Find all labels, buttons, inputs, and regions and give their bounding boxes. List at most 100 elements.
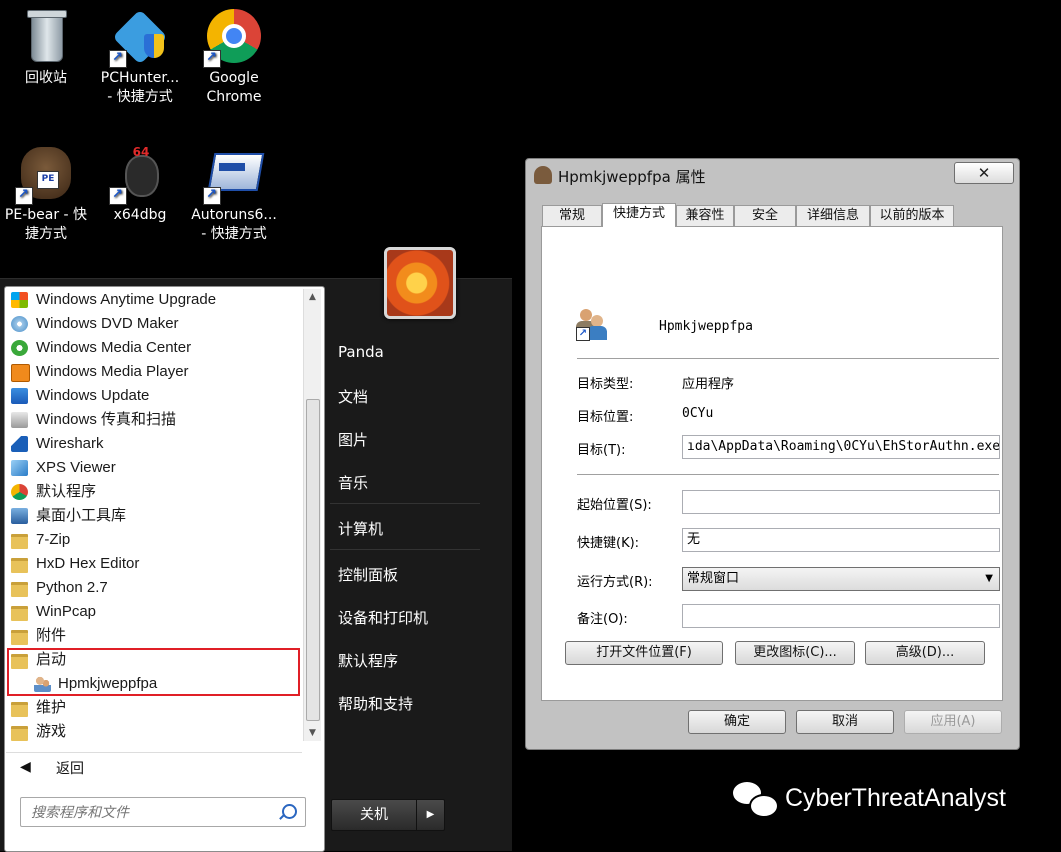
pchunter-icon: [109, 8, 169, 68]
desktop-icon-label: Autoruns6...: [191, 207, 277, 223]
tab-details[interactable]: 详细信息: [796, 205, 870, 226]
target-type-value: 应用程序: [682, 377, 735, 392]
target-type-label: 目标类型:: [577, 377, 634, 392]
tab-shortcut[interactable]: 快捷方式: [602, 203, 676, 227]
scroll-down-arrow-icon[interactable]: ▼: [304, 725, 321, 741]
change-icon-button[interactable]: 更改图标(C)...: [735, 641, 855, 665]
target-field[interactable]: ıda\AppData\Roaming\0CYu\EhStorAuthn.exe: [682, 435, 1000, 459]
start-right-item-user[interactable]: Panda: [338, 343, 384, 361]
program-item[interactable]: 桌面小工具库: [6, 504, 302, 528]
search-input[interactable]: [21, 798, 283, 828]
gadgets-icon: [11, 508, 28, 524]
shutdown-button[interactable]: 关机: [331, 799, 417, 831]
search-icon[interactable]: [282, 804, 297, 819]
folder-icon: [11, 726, 28, 741]
shortcut-arrow-icon: [109, 185, 127, 205]
comment-field[interactable]: [682, 604, 1000, 628]
tab-previous-versions[interactable]: 以前的版本: [870, 205, 954, 226]
target-location-value: 0CYu: [682, 406, 714, 421]
x64-badge: 64: [132, 145, 150, 159]
start-right-item-computer[interactable]: 计算机: [338, 518, 383, 539]
user-avatar[interactable]: [384, 247, 456, 319]
desktop-icon-label: x64dbg: [113, 207, 167, 223]
program-folder[interactable]: Python 2.7: [6, 576, 302, 600]
desktop-icon-recycle-bin[interactable]: 回收站: [0, 8, 94, 88]
program-folder[interactable]: WinPcap: [6, 600, 302, 624]
tab-security[interactable]: 安全: [734, 205, 796, 226]
desktop-icon-label: Google: [209, 70, 259, 86]
start-right-item-pictures[interactable]: 图片: [338, 429, 368, 450]
back-arrow-icon: ◀: [20, 759, 31, 775]
run-label: 运行方式(R):: [577, 575, 653, 590]
folder-icon: [11, 702, 28, 717]
program-item[interactable]: Windows Media Player: [6, 360, 302, 384]
tab-compatibility[interactable]: 兼容性: [676, 205, 734, 226]
scroll-up-arrow-icon[interactable]: ▲: [304, 289, 321, 305]
desktop-icon-autoruns[interactable]: Autoruns6... - 快捷方式: [186, 145, 282, 244]
chrome-icon: [203, 8, 263, 68]
start-right-item-help-support[interactable]: 帮助和支持: [338, 693, 413, 714]
desktop-icon-pchunter[interactable]: PCHunter... - 快捷方式: [92, 8, 188, 107]
start-right-item-music[interactable]: 音乐: [338, 472, 368, 493]
target-location-label: 目标位置:: [577, 410, 634, 425]
program-item[interactable]: Windows Anytime Upgrade: [6, 288, 302, 312]
wechat-icon: [733, 780, 779, 818]
folder-icon: [11, 534, 28, 549]
program-item[interactable]: Wireshark: [6, 432, 302, 456]
open-file-location-button[interactable]: 打开文件位置(F): [565, 641, 723, 665]
folder-icon: [11, 606, 28, 621]
tab-general[interactable]: 常规: [542, 205, 602, 226]
back-button[interactable]: ◀ 返回: [6, 752, 302, 781]
x64dbg-bug-icon: 64: [109, 145, 169, 205]
advanced-button[interactable]: 高级(D)...: [865, 641, 985, 665]
comment-label: 备注(O):: [577, 612, 628, 627]
start-right-divider: [330, 503, 480, 504]
desktop-icon-pe-bear[interactable]: PE PE-bear - 快 捷方式: [0, 145, 94, 244]
autoruns-icon: [203, 145, 265, 205]
desktop-icon-label: PE-bear - 快: [4, 207, 88, 223]
ok-button[interactable]: 确定: [688, 710, 786, 734]
users-shortcut-icon: ↗: [576, 309, 608, 341]
search-box[interactable]: [20, 797, 306, 828]
target-label: 目标(T):: [577, 443, 626, 458]
start-in-field[interactable]: [682, 490, 1000, 514]
close-button[interactable]: ✕: [954, 162, 1014, 184]
scrollbar-thumb[interactable]: [306, 399, 320, 721]
program-item[interactable]: Windows DVD Maker: [6, 312, 302, 336]
program-item[interactable]: Windows 传真和扫描: [6, 408, 302, 432]
program-folder[interactable]: 维护: [6, 696, 302, 720]
cancel-button[interactable]: 取消: [796, 710, 894, 734]
program-item[interactable]: 默认程序: [6, 480, 302, 504]
recycle-bin-icon: [17, 8, 75, 66]
desktop-icon-x64dbg[interactable]: 64 x64dbg: [92, 145, 188, 225]
back-label: 返回: [56, 761, 84, 777]
desktop-icon-google-chrome[interactable]: Google Chrome: [186, 8, 282, 107]
users-icon: [534, 166, 552, 184]
watermark-text: CyberThreatAnalyst: [785, 784, 1006, 812]
hotkey-field[interactable]: 无: [682, 528, 1000, 552]
program-folder[interactable]: 游戏: [6, 720, 302, 744]
desktop-icon-label: 回收站: [25, 70, 67, 86]
program-folder[interactable]: 附件: [6, 624, 302, 648]
pe-bear-icon: PE: [15, 145, 75, 205]
run-select-value: 常规窗口: [687, 571, 740, 586]
apply-button[interactable]: 应用(A): [904, 710, 1002, 734]
program-folder[interactable]: 7-Zip: [6, 528, 302, 552]
program-item[interactable]: Windows Update: [6, 384, 302, 408]
shutdown-options-arrow-icon[interactable]: ▶: [416, 799, 445, 831]
folder-icon: [11, 582, 28, 597]
program-item[interactable]: XPS Viewer: [6, 456, 302, 480]
program-folder[interactable]: HxD Hex Editor: [6, 552, 302, 576]
program-item[interactable]: Windows Media Center: [6, 336, 302, 360]
start-right-item-control-panel[interactable]: 控制面板: [338, 564, 398, 585]
divider: [577, 474, 999, 475]
run-select[interactable]: 常规窗口 ▼: [682, 567, 1000, 591]
start-right-item-devices-printers[interactable]: 设备和打印机: [338, 607, 428, 628]
windows-update-icon: [11, 388, 28, 404]
dialog-title: Hpmkjweppfpa 属性: [558, 168, 706, 186]
shortcut-tab-panel: ↗ Hpmkjweppfpa 目标类型: 应用程序 目标位置: 0CYu 目标(…: [541, 226, 1003, 701]
start-right-item-default-programs[interactable]: 默认程序: [338, 650, 398, 671]
start-right-item-documents[interactable]: 文档: [338, 386, 368, 407]
fax-scan-icon: [11, 412, 28, 428]
programs-scrollbar[interactable]: ▲ ▼: [303, 289, 321, 741]
